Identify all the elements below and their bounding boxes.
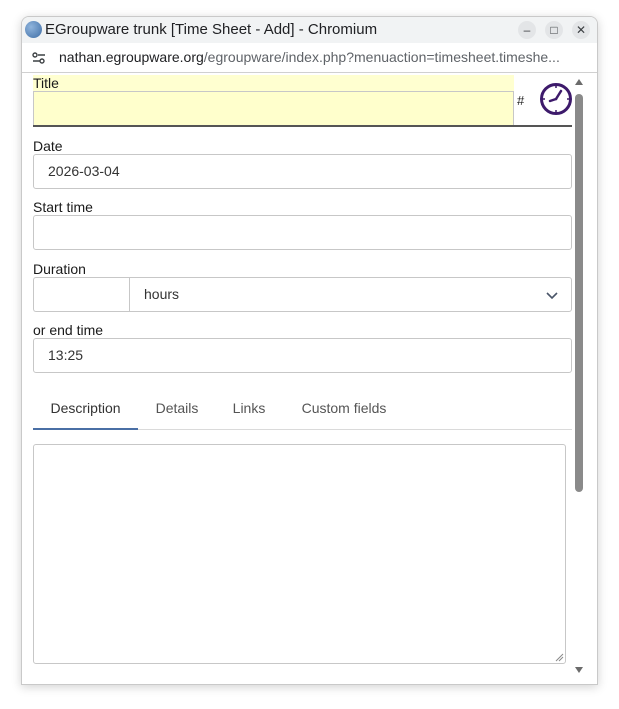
address-bar[interactable]: nathan.egroupware.org/egroupware/index.p…: [22, 43, 597, 73]
scrollbar-thumb[interactable]: [575, 94, 583, 492]
scroll-down-icon[interactable]: [574, 666, 584, 674]
duration-input[interactable]: [33, 277, 130, 312]
minimize-button[interactable]: –: [518, 21, 536, 39]
timesheet-form: Title # Date 2026-03-04 Start time Durat…: [22, 74, 597, 684]
site-info-icon[interactable]: [32, 51, 46, 65]
start-time-label: Start time: [33, 199, 93, 215]
title-underline: [33, 125, 572, 127]
clock-icon: [540, 83, 572, 115]
duration-unit-select[interactable]: hours: [129, 277, 572, 312]
resize-handle-icon[interactable]: [554, 652, 564, 662]
window-title: EGroupware trunk [Time Sheet - Add] - Ch…: [45, 21, 378, 38]
egroupware-app-icon: [25, 21, 42, 38]
url-text[interactable]: nathan.egroupware.org/egroupware/index.p…: [59, 49, 584, 65]
end-time-input[interactable]: 13:25: [33, 338, 572, 373]
title-input[interactable]: [33, 91, 514, 126]
title-bar: EGroupware trunk [Time Sheet - Add] - Ch…: [22, 17, 597, 43]
date-label: Date: [33, 138, 63, 154]
maximize-button[interactable]: □: [545, 21, 563, 39]
browser-window: EGroupware trunk [Time Sheet - Add] - Ch…: [21, 16, 598, 685]
scroll-up-icon[interactable]: [574, 78, 584, 86]
start-time-input[interactable]: [33, 215, 572, 250]
end-time-label: or end time: [33, 322, 104, 338]
tab-description[interactable]: Description: [33, 388, 138, 430]
hash-label: #: [517, 93, 525, 108]
duration-label: Duration: [33, 261, 86, 277]
url-path: /egroupware/index.php?menuaction=timeshe…: [203, 49, 560, 65]
tab-bar: Description Details Links Custom fields: [33, 388, 572, 430]
close-button[interactable]: ✕: [572, 21, 590, 39]
duration-unit-value: hours: [144, 286, 180, 302]
chevron-down-icon: [546, 292, 558, 300]
tab-custom-fields[interactable]: Custom fields: [291, 388, 397, 430]
description-textarea[interactable]: [33, 444, 566, 664]
url-host: nathan.egroupware.org: [59, 49, 204, 65]
date-input[interactable]: 2026-03-04: [33, 154, 572, 189]
tab-links[interactable]: Links: [223, 388, 275, 430]
title-label: Title: [33, 75, 59, 91]
tab-details[interactable]: Details: [143, 388, 211, 430]
